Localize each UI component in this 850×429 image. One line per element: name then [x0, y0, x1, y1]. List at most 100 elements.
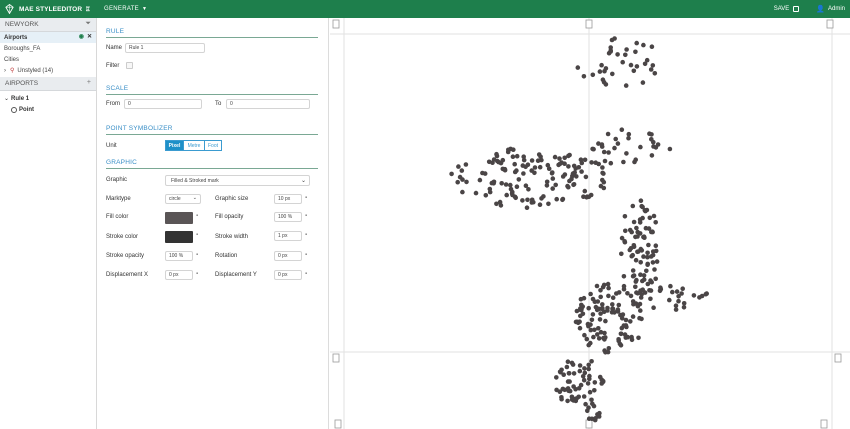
fill-color-swatch[interactable] — [165, 212, 193, 224]
map-point — [571, 371, 577, 376]
map-point — [510, 192, 515, 198]
map-point — [512, 161, 517, 167]
to-input[interactable]: 0 — [226, 99, 310, 109]
lock-icon[interactable]: ▪ — [196, 213, 198, 219]
name-input[interactable]: Rule 1 — [125, 43, 205, 53]
map-point — [587, 376, 592, 382]
map-point — [602, 337, 607, 342]
map-point — [567, 379, 572, 384]
map-canvas[interactable] — [330, 18, 850, 429]
map-point — [554, 375, 559, 380]
displacement-x-input[interactable]: 0 px — [165, 270, 193, 280]
map-point — [628, 319, 633, 324]
map-point — [648, 254, 654, 259]
map-point — [586, 416, 592, 422]
map-point — [634, 64, 640, 69]
stroke-color-swatch[interactable] — [165, 231, 193, 243]
layer-item-cities[interactable]: Cities — [0, 54, 96, 65]
chevron-right-icon[interactable]: › — [4, 68, 6, 74]
stroke-width-input[interactable]: 1 px — [274, 231, 302, 241]
map-point — [524, 205, 530, 210]
map-point — [691, 293, 697, 298]
eye-icon[interactable]: ◉ — [79, 33, 84, 40]
from-input[interactable]: 0 — [124, 99, 202, 109]
map-point — [619, 251, 624, 257]
map-point — [592, 380, 598, 385]
map-point — [612, 145, 617, 151]
map-point — [635, 229, 640, 235]
map-point — [589, 359, 594, 364]
map-point — [605, 349, 611, 355]
map-point — [578, 157, 584, 162]
marktype-select[interactable]: circle ⌄ — [165, 194, 201, 204]
map-point — [486, 159, 492, 165]
lock-icon[interactable]: ▪ — [196, 252, 198, 258]
map-preview[interactable] — [330, 18, 850, 429]
stroke-opacity-input[interactable]: 100 % — [165, 251, 193, 261]
map-point — [599, 62, 604, 68]
map-point — [537, 202, 543, 207]
filter-icon[interactable]: ⏷ — [85, 20, 91, 28]
add-icon[interactable]: + — [87, 79, 91, 86]
layer-item-airports[interactable]: Airports ◉ ✕ — [0, 32, 96, 43]
map-point — [456, 164, 461, 169]
map-point — [653, 220, 658, 225]
close-icon[interactable]: ✕ — [87, 33, 92, 40]
fill-opacity-input[interactable]: 100 % — [274, 212, 302, 222]
lock-icon[interactable]: ▪ — [305, 232, 307, 238]
rules-header: AIRPORTS + — [0, 77, 96, 91]
resize-handle[interactable] — [820, 419, 828, 429]
unit-pixel-button[interactable]: Pixel — [165, 140, 184, 151]
map-point — [574, 396, 579, 401]
map-point — [592, 388, 597, 393]
map-point — [605, 131, 611, 137]
displacement-y-input[interactable]: 0 px — [274, 270, 302, 280]
map-point — [590, 146, 595, 152]
lock-icon[interactable]: ▪ — [196, 271, 198, 277]
rotation-input[interactable]: 0 px — [274, 251, 302, 261]
user-menu[interactable]: 👤 Admin — [816, 5, 845, 13]
resize-handles[interactable] — [332, 19, 842, 429]
map-point — [584, 195, 589, 200]
bell-icon[interactable]: ♖ — [85, 6, 90, 13]
map-point — [567, 152, 572, 158]
resize-handle[interactable] — [585, 19, 593, 29]
symbolizer-node[interactable]: Point — [0, 104, 96, 115]
graphic-size-input[interactable]: 10 px — [274, 194, 302, 204]
resize-handle[interactable] — [826, 19, 834, 29]
lock-icon[interactable]: ▪ — [305, 213, 307, 219]
resize-handle[interactable] — [834, 353, 842, 363]
unit-foot-button[interactable]: Foot — [205, 140, 222, 151]
lock-icon[interactable]: ▪ — [305, 252, 307, 258]
map-point — [645, 262, 650, 267]
unit-metre-button[interactable]: Metre — [184, 140, 205, 151]
lock-icon[interactable]: ▪ — [196, 232, 198, 238]
map-point — [638, 246, 644, 252]
resize-handle[interactable] — [334, 419, 342, 429]
map-point — [573, 319, 579, 325]
lock-icon[interactable]: ▪ — [305, 195, 307, 201]
map-point — [514, 153, 520, 159]
resize-handle[interactable] — [332, 19, 340, 29]
resize-handle[interactable] — [332, 353, 340, 363]
map-point — [503, 182, 509, 187]
filter-checkbox[interactable] — [126, 62, 133, 69]
layer-item-unstyled[interactable]: › ⚲ Unstyled (14) — [0, 65, 96, 76]
user-icon: 👤 — [816, 6, 825, 13]
map-point — [557, 161, 563, 167]
layer-item-boroughs[interactable]: Boroughs_FA — [0, 43, 96, 54]
graphic-select[interactable]: Filled & Stroked mark ⌄ — [165, 175, 310, 186]
rule-node[interactable]: ⌄ Rule 1 — [0, 93, 96, 104]
map-point — [516, 177, 522, 182]
map-point — [589, 317, 595, 323]
map-point — [566, 371, 572, 376]
map-point — [658, 285, 663, 291]
map-point — [679, 291, 684, 296]
chevron-down-icon[interactable]: ⌄ — [4, 95, 9, 102]
map-point — [644, 57, 650, 63]
generate-menu[interactable]: GENERATE ▼ — [97, 6, 147, 12]
lock-icon[interactable]: ▪ — [305, 271, 307, 277]
map-point — [648, 288, 654, 293]
save-button[interactable]: SAVE — [774, 6, 800, 12]
resize-handle[interactable] — [585, 419, 593, 429]
